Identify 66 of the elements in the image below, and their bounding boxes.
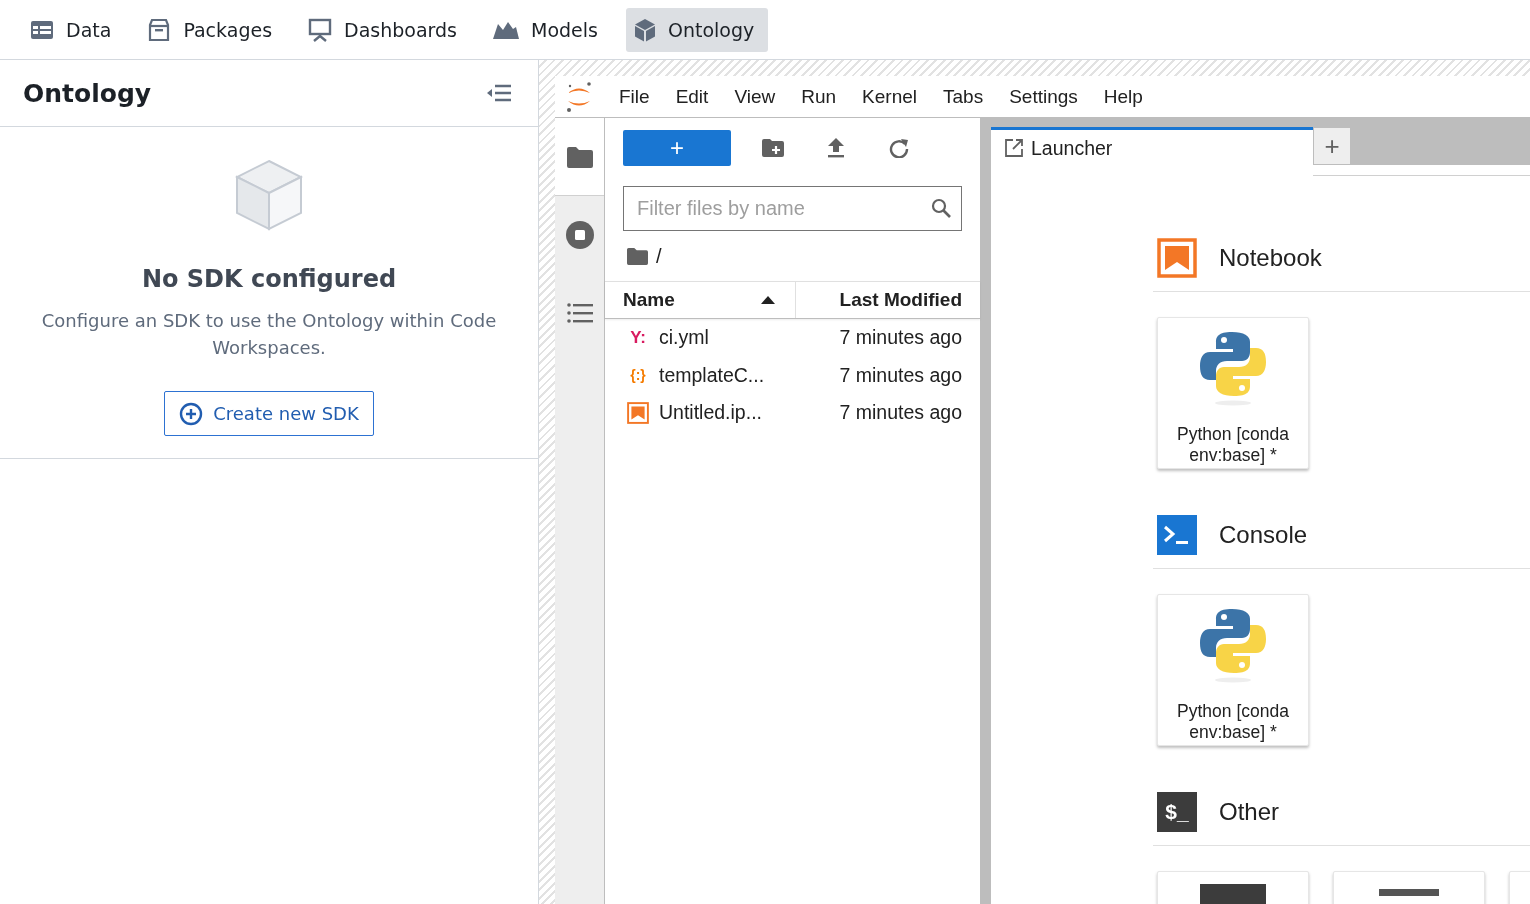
file-name[interactable]: Untitled.ip... xyxy=(659,401,762,425)
kernel-label: Python [conda env:base] * xyxy=(1176,701,1290,743)
menu-item[interactable]: Tabs xyxy=(930,76,997,117)
list-icon xyxy=(566,303,593,323)
menu-item[interactable]: Kernel xyxy=(849,76,930,117)
empty-state-title: No SDK configured xyxy=(141,265,397,293)
menu-item[interactable]: Help xyxy=(1090,76,1156,117)
terminal-icon: $_ xyxy=(1157,792,1197,832)
empty-state-description: Configure an SDK to use the Ontology within Code Workspaces. xyxy=(40,309,498,360)
collapse-icon[interactable] xyxy=(486,83,512,103)
column-header[interactable]: Name xyxy=(605,282,796,318)
nav-tab[interactable]: Data xyxy=(22,7,126,52)
notebook-icon xyxy=(627,401,649,424)
python-logo-icon xyxy=(1200,330,1266,406)
section-title: Other xyxy=(1219,798,1280,826)
column-header[interactable]: Last Modified xyxy=(796,289,980,311)
table-icon xyxy=(30,19,54,40)
nav-tab[interactable]: Dashboards xyxy=(300,7,471,52)
console-icon xyxy=(1157,515,1197,555)
modified-time: 7 minutes ago xyxy=(839,363,962,387)
create-sdk-button[interactable]: Create new SDK xyxy=(164,391,374,436)
notebook-icon xyxy=(1157,238,1197,278)
nav-tab[interactable]: Ontology xyxy=(625,7,769,52)
mountain-icon xyxy=(493,20,519,39)
folder-icon xyxy=(566,145,593,168)
terminal-block-icon xyxy=(1200,884,1266,904)
menu-item[interactable]: File xyxy=(606,76,663,117)
jupyter-logo-icon xyxy=(565,80,593,113)
new-tab-button[interactable]: + xyxy=(1313,127,1351,165)
sidebar-tab[interactable] xyxy=(555,118,604,196)
upload-icon xyxy=(827,138,845,158)
yaml-file-icon: Y: xyxy=(627,327,649,348)
launcher-icon xyxy=(1005,139,1023,157)
refresh-icon xyxy=(889,138,909,158)
python-logo-icon xyxy=(1200,607,1266,683)
text-file-icon xyxy=(1379,889,1439,896)
launcher-card[interactable]: Python [conda env:base] * xyxy=(1157,317,1309,469)
package-icon xyxy=(147,17,172,42)
folder-icon[interactable] xyxy=(627,247,648,265)
plus-circle-icon xyxy=(179,401,204,426)
new-launcher-button[interactable]: + xyxy=(623,130,731,166)
new-folder-icon xyxy=(762,139,784,157)
file-name[interactable]: ci.yml xyxy=(659,326,709,350)
cube-icon xyxy=(633,17,656,42)
section-title: Notebook xyxy=(1219,244,1322,272)
modified-time: 7 minutes ago xyxy=(839,326,962,350)
launcher-card[interactable]: Python [conda env:base] * xyxy=(1157,594,1309,746)
presentation-board-icon xyxy=(308,17,333,42)
panel-title: Ontology xyxy=(23,78,152,108)
nav-tab[interactable]: Packages xyxy=(139,7,287,52)
json-file-icon: {:} xyxy=(627,367,649,384)
kernel-label: Python [conda env:base] * xyxy=(1176,424,1290,466)
document-tab[interactable]: Launcher xyxy=(991,127,1313,176)
search-icon xyxy=(931,198,951,218)
modified-time: 7 minutes ago xyxy=(839,401,962,425)
breadcrumb-path[interactable]: / xyxy=(656,244,662,268)
menu-item[interactable]: Run xyxy=(788,76,850,117)
cube-icon xyxy=(235,159,303,231)
file-name[interactable]: templateC... xyxy=(659,363,765,387)
stop-circle-icon xyxy=(564,220,595,250)
section-title: Console xyxy=(1219,521,1308,549)
menu-item[interactable]: View xyxy=(721,76,789,117)
filter-field[interactable]: Filter files by name xyxy=(623,186,962,231)
menu-item[interactable]: Edit xyxy=(662,76,722,117)
menu-item[interactable]: Settings xyxy=(996,76,1091,117)
nav-tab[interactable]: Models xyxy=(485,7,612,52)
